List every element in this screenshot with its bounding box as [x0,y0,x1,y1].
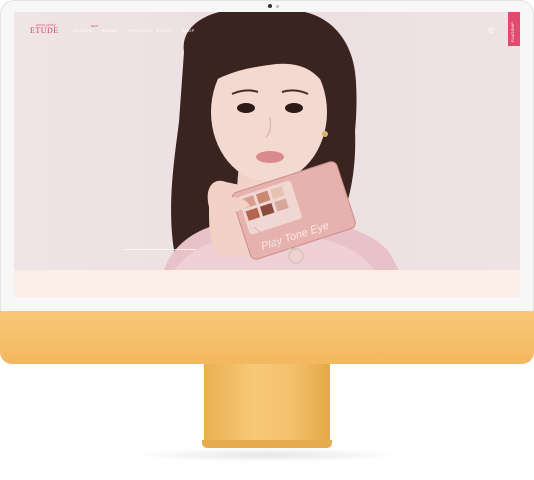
top-nav: pinky pinky ETUDE NEW EVENTS BRAND PRODU… [14,12,520,46]
nav-item-products[interactable]: PRODUCTS [128,28,153,33]
etude-logo[interactable]: ETUDE [30,26,59,35]
nav-item-story[interactable]: STORY [156,28,171,33]
camera-icon [268,4,272,8]
monitor-bezel: Play Tone Eye pinky pinky ETUDE NEW EVEN… [0,0,534,312]
slide-progress-line [124,249,196,250]
nav-item-events[interactable]: EVENTS [74,28,92,33]
hero-banner[interactable]: Play Tone Eye [14,12,520,270]
home-icon[interactable] [488,27,494,33]
hero-model-image: Play Tone Eye [164,12,399,270]
screen: Play Tone Eye pinky pinky ETUDE NEW EVEN… [14,12,520,297]
side-tab-label: FLAGSHIP [510,22,515,42]
imac-monitor: Play Tone Eye pinky pinky ETUDE NEW EVEN… [0,0,534,364]
nav-item-brand[interactable]: BRAND [102,28,118,33]
stand-shadow [130,448,404,462]
new-badge: NEW [91,24,98,28]
monitor-stand [204,364,330,444]
monitor-chin [0,311,534,364]
content-band [14,270,520,297]
sensor-dot [276,5,279,8]
stand-base [202,440,332,448]
flagship-side-tab[interactable]: FLAGSHIP [508,12,520,46]
nav-item-shop[interactable]: SHOP [182,28,195,33]
